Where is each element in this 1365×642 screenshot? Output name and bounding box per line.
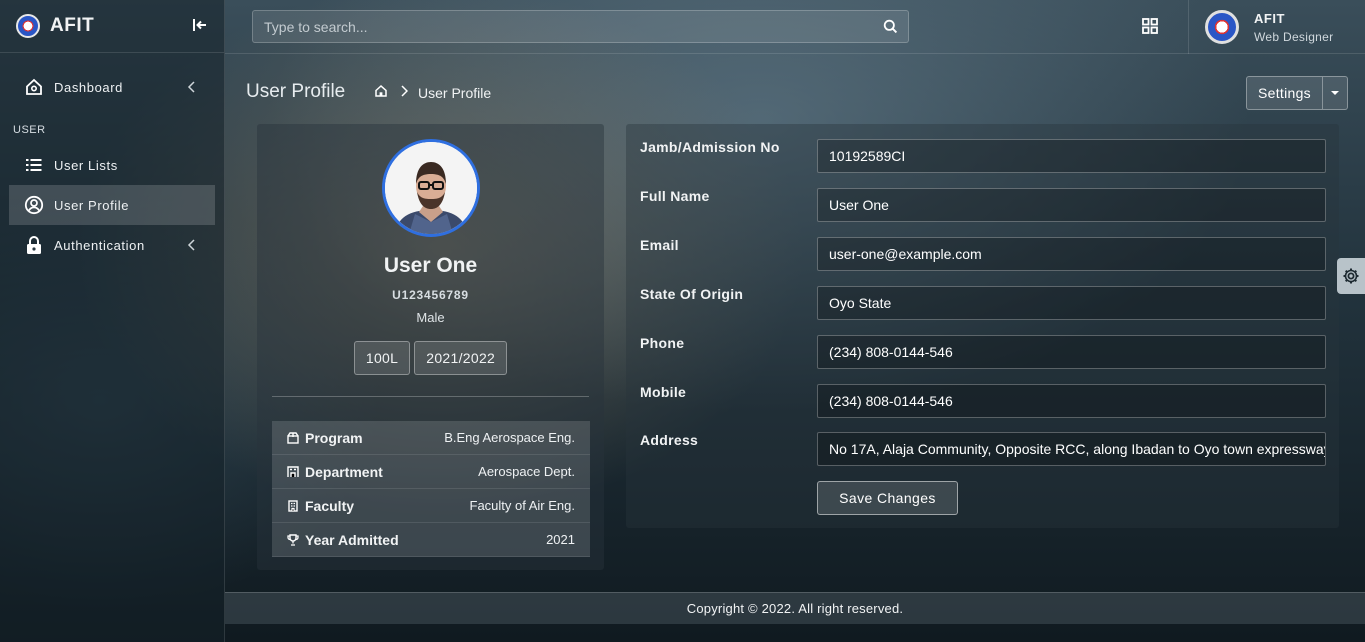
profile-badges: 100L 2021/2022 — [257, 341, 604, 375]
profile-name: User One — [383, 254, 478, 277]
sidebar-item-label: Authentication — [54, 237, 145, 253]
sidebar: AFIT Dashboard USER User Lists User Prof… — [0, 0, 225, 642]
settings-button[interactable]: Settings — [1246, 76, 1323, 110]
user-name: AFIT — [1254, 10, 1285, 26]
sidebar-nav: Dashboard USER User Lists User Profile A… — [0, 53, 224, 265]
box-icon — [287, 431, 299, 444]
brand: AFIT — [0, 0, 224, 53]
brand-name: AFIT — [50, 15, 95, 36]
detail-row-year-admitted: Year Admitted 2021 — [272, 523, 590, 557]
detail-label: Program — [305, 429, 363, 446]
breadcrumb-current: User Profile — [418, 84, 492, 101]
state-of-origin-field[interactable] — [817, 286, 1326, 320]
admission-no-field[interactable] — [817, 139, 1326, 173]
field-label: Address — [640, 432, 699, 448]
user-role: Web Designer — [1254, 29, 1334, 44]
profile-form: Jamb/Admission No Full Name Email State … — [626, 124, 1339, 528]
address-field[interactable] — [817, 432, 1326, 466]
full-name-field[interactable] — [817, 188, 1326, 222]
divider — [272, 396, 589, 397]
session-badge: 2021/2022 — [414, 341, 508, 375]
lock-icon — [24, 235, 44, 255]
home-icon — [24, 77, 44, 97]
profile-card: User One U123456789 Male 100L 2021/2022 … — [257, 124, 604, 570]
user-avatar — [1205, 10, 1239, 44]
trophy-icon — [287, 533, 299, 546]
sidebar-item-label: User Profile — [54, 197, 130, 213]
sidebar-item-label: User Lists — [54, 157, 118, 173]
breadcrumb-home-icon[interactable] — [374, 84, 388, 101]
chevron-left-icon — [186, 238, 198, 252]
mobile-field[interactable] — [817, 384, 1326, 418]
field-label: Email — [640, 237, 679, 253]
page-title: User Profile — [246, 81, 346, 102]
profile-avatar — [382, 139, 480, 237]
phone-field[interactable] — [817, 335, 1326, 369]
sidebar-item-user-lists[interactable]: User Lists — [0, 145, 215, 185]
email-field[interactable] — [817, 237, 1326, 271]
field-label: Mobile — [640, 384, 687, 400]
profile-id: U123456789 — [392, 288, 469, 302]
profile-details: Program B.Eng Aerospace Eng. Department … — [272, 421, 590, 557]
field-label: State Of Origin — [640, 286, 744, 302]
apps-grid-icon[interactable] — [1141, 17, 1159, 35]
list-icon — [24, 155, 44, 175]
footer: Copyright © 2022. All right reserved. — [225, 592, 1365, 624]
field-label: Jamb/Admission No — [640, 139, 780, 155]
search-bar — [252, 10, 909, 43]
topbar: AFIT Web Designer — [225, 0, 1365, 54]
detail-row-program: Program B.Eng Aerospace Eng. — [272, 421, 590, 455]
detail-row-department: Department Aerospace Dept. — [272, 455, 590, 489]
brand-logo — [16, 14, 40, 38]
caret-down-icon[interactable] — [1323, 76, 1348, 110]
sidebar-item-dashboard[interactable]: Dashboard — [0, 67, 215, 107]
sidebar-item-authentication[interactable]: Authentication — [0, 225, 215, 265]
detail-row-faculty: Faculty Faculty of Air Eng. — [272, 489, 590, 523]
detail-value: Aerospace Dept. — [478, 464, 575, 479]
copyright-text: Copyright © 2022. All right reserved. — [686, 601, 904, 616]
theme-settings-gear-icon[interactable] — [1337, 258, 1365, 294]
nav-section-user: USER — [13, 124, 46, 136]
field-label: Full Name — [640, 188, 710, 204]
sidebar-item-label: Dashboard — [54, 79, 123, 95]
profile-gender: Male — [416, 310, 445, 325]
sidebar-item-user-profile[interactable]: User Profile — [9, 185, 215, 225]
detail-value: B.Eng Aerospace Eng. — [444, 430, 575, 445]
collapse-sidebar-icon[interactable] — [192, 17, 208, 33]
save-changes-button[interactable]: Save Changes — [817, 481, 958, 515]
detail-value: Faculty of Air Eng. — [469, 498, 576, 513]
detail-label: Department — [305, 463, 383, 480]
level-badge: 100L — [353, 341, 411, 375]
detail-label: Year Admitted — [305, 531, 399, 548]
search-icon[interactable] — [872, 19, 908, 34]
user-menu[interactable]: AFIT Web Designer — [1188, 0, 1365, 54]
building-icon — [287, 465, 299, 478]
user-circle-icon — [24, 195, 44, 215]
breadcrumb: User Profile — [374, 84, 491, 101]
settings-dropdown: Settings — [1246, 76, 1348, 110]
detail-label: Faculty — [305, 497, 355, 514]
field-label: Phone — [640, 335, 685, 351]
building-alt-icon — [287, 499, 299, 512]
breadcrumb-separator-icon — [400, 84, 409, 101]
chevron-left-icon — [186, 80, 198, 94]
search-input[interactable] — [253, 11, 872, 42]
detail-value: 2021 — [546, 532, 575, 547]
